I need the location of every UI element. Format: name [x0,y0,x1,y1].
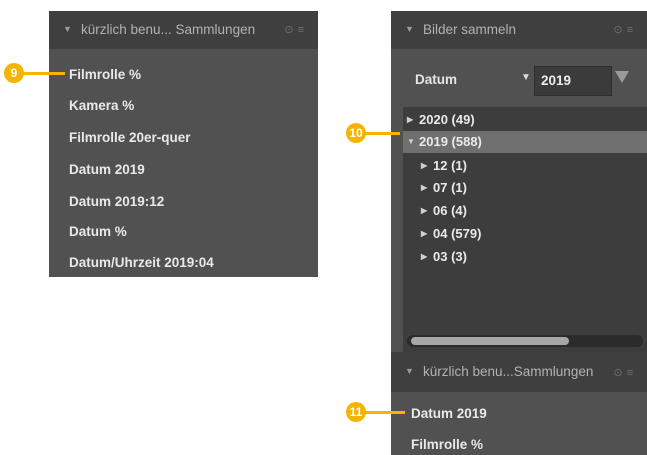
collapse-arrow-icon[interactable]: ▼ [405,24,414,34]
reset-icon[interactable]: ⊙ [284,24,297,36]
tree-item[interactable]: ▶ 12 (1) [403,155,647,177]
collapse-arrow-icon[interactable]: ▼ [405,366,414,376]
recent-collection-item[interactable]: Filmrolle 20er-quer [69,130,191,145]
tree-item[interactable]: ▶ 07 (1) [403,177,647,199]
tree-item[interactable]: ▶ 2020 (49) [403,109,647,131]
recent-collections-header[interactable]: ▼ kürzlich benu...Sammlungen ⊙≡ [391,352,647,392]
callout-badge: 9 [4,63,24,83]
scrollbar-thumb[interactable] [411,337,569,345]
triangle-right-icon[interactable]: ▶ [421,229,427,238]
recent-collection-item[interactable]: Datum 2019 [69,162,145,177]
panel-title: kürzlich benu... Sammlungen [81,22,256,37]
recent-collection-item[interactable]: Datum/Uhrzeit 2019:04 [69,255,214,270]
recent-collection-item[interactable]: Kamera % [69,98,134,113]
reset-icon[interactable]: ⊙ [613,367,626,379]
triangle-right-icon[interactable]: ▶ [421,183,427,192]
triangle-right-icon[interactable]: ▶ [421,206,427,215]
property-combobox-label[interactable]: Datum [415,72,457,87]
panel-header[interactable]: ▼ Bilder sammeln ⊙≡ [391,11,647,49]
triangle-right-icon[interactable]: ▶ [421,161,427,170]
panel-title: kürzlich benu...Sammlungen [423,364,594,379]
tree-item-label: 04 (579) [433,226,482,241]
recent-collection-item[interactable]: Datum 2019:12 [69,194,164,209]
recent-collection-item[interactable]: Datum % [69,224,127,239]
tree-item[interactable]: ▶ 06 (4) [403,200,647,222]
presets-icon[interactable]: ≡ [298,24,308,36]
tree-item-label: 2020 (49) [419,112,475,127]
callout-line [365,411,405,414]
triangle-down-icon[interactable]: ▼ [407,137,415,146]
query-input[interactable]: 2019 [534,66,612,96]
presets-icon[interactable]: ≡ [627,24,637,36]
tree-item[interactable]: ▶ 04 (579) [403,223,647,245]
tree-item-selected[interactable]: ▼ 2019 (588) [403,131,647,153]
chevron-down-icon[interactable]: ▼ [521,72,531,83]
header-icons: ⊙≡ [613,366,637,379]
header-icons: ⊙≡ [284,23,308,36]
callout-badge: 11 [346,402,366,422]
recent-collections-panel: ▼ kürzlich benu... Sammlungen ⊙≡ Filmrol… [49,11,318,277]
recent-collection-item[interactable]: Filmrolle % [411,437,483,452]
funnel-icon[interactable] [615,71,629,83]
presets-icon[interactable]: ≡ [627,367,637,379]
collect-images-panel: ▼ Bilder sammeln ⊙≡ Datum ▼ 2019 ▶ 2020 … [391,11,647,455]
tree-item-label: 2019 (588) [419,134,482,149]
reset-icon[interactable]: ⊙ [613,24,626,36]
tree-item-label: 07 (1) [433,180,467,195]
panel-header[interactable]: ▼ kürzlich benu... Sammlungen ⊙≡ [49,11,318,49]
header-icons: ⊙≡ [613,23,637,36]
collapse-arrow-icon[interactable]: ▼ [63,24,72,34]
callout-badge: 10 [346,123,366,143]
panel-title: Bilder sammeln [423,22,517,37]
horizontal-scrollbar[interactable] [407,335,643,347]
tree-item-label: 12 (1) [433,158,467,173]
recent-collection-item[interactable]: Datum 2019 [411,406,487,421]
tree-item[interactable]: ▶ 03 (3) [403,246,647,268]
triangle-right-icon[interactable]: ▶ [421,252,427,261]
callout-line [23,72,65,75]
collection-tree[interactable]: ▶ 2020 (49) ▼ 2019 (588) ▶ 12 (1) ▶ 07 (… [403,107,647,355]
recent-collection-item[interactable]: Filmrolle % [69,67,141,82]
callout-line [365,132,400,135]
tree-item-label: 03 (3) [433,249,467,264]
triangle-right-icon[interactable]: ▶ [407,115,413,124]
tree-item-label: 06 (4) [433,203,467,218]
